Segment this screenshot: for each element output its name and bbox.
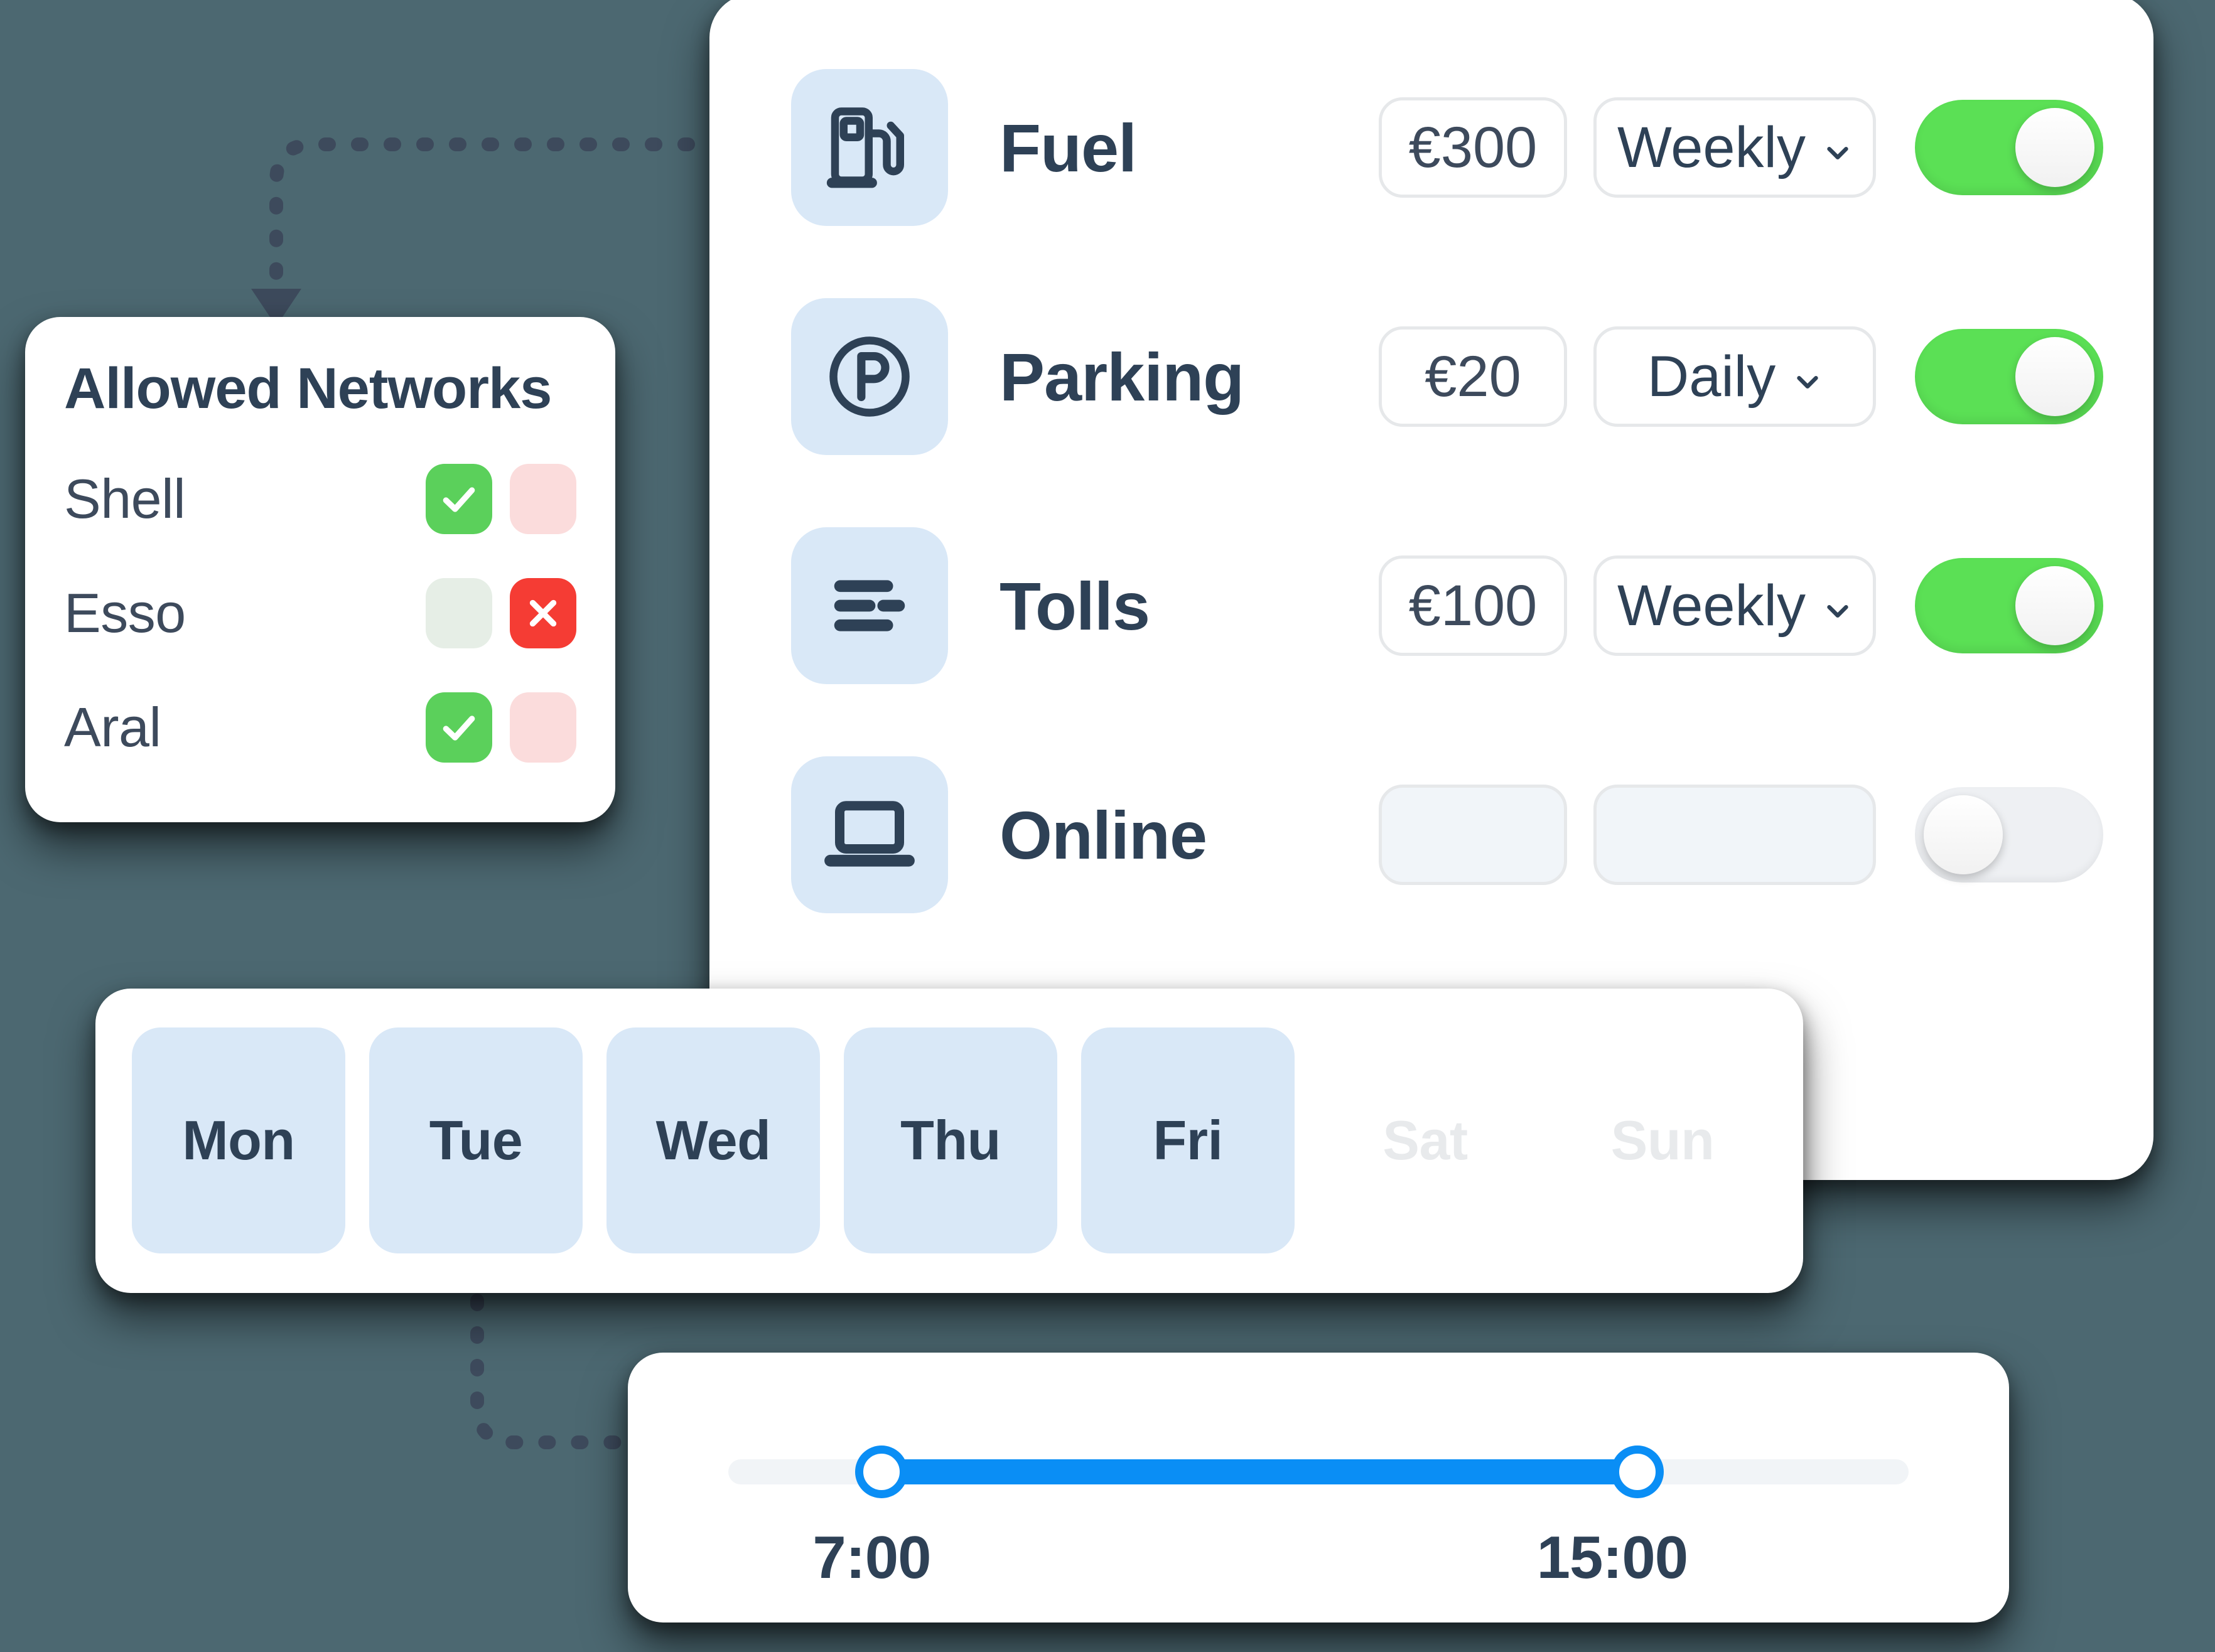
period-value: Weekly	[1617, 115, 1806, 180]
limit-toggle[interactable]	[1915, 100, 2103, 195]
limit-label: Fuel	[1000, 109, 1137, 186]
period-value: Weekly	[1617, 573, 1806, 638]
toggle-knob	[2015, 566, 2094, 645]
parking-p-icon	[791, 298, 948, 455]
deny-cross-chip[interactable]	[510, 578, 576, 648]
allow-check-chip[interactable]	[426, 578, 492, 648]
period-select[interactable]: Weekly	[1593, 97, 1876, 198]
network-row-list: Shell Esso Aral	[64, 461, 576, 765]
weekday-list: Mon Tue Wed Thu Fri Sat Sun	[132, 1027, 1769, 1253]
check-icon	[443, 716, 475, 741]
deny-cross-chip[interactable]	[510, 692, 576, 763]
toggle-knob	[1924, 795, 2003, 874]
allowed-networks-title: Allowed Networks	[64, 357, 552, 421]
amount-field[interactable]: €20	[1379, 326, 1567, 427]
limit-row-fuel: Fuel €300 Weekly	[791, 69, 2103, 226]
limit-toggle[interactable]	[1915, 329, 2103, 424]
chevron-down-icon	[1797, 375, 1818, 389]
network-name: Aral	[64, 696, 161, 758]
allow-check-chip[interactable]	[426, 692, 492, 763]
network-row-esso: Esso	[64, 576, 576, 651]
amount-field[interactable]: €100	[1379, 555, 1567, 656]
limit-toggle[interactable]	[1915, 787, 2103, 882]
check-icon	[443, 487, 475, 512]
laptop-icon	[791, 756, 948, 913]
period-value: Daily	[1647, 344, 1776, 409]
amount-field	[1379, 785, 1567, 885]
amount-field[interactable]: €300	[1379, 97, 1567, 198]
limit-label: Online	[1000, 796, 1207, 873]
day-chip-wed[interactable]: Wed	[606, 1027, 820, 1253]
toggle-knob	[2015, 337, 2094, 416]
period-select[interactable]: Daily	[1593, 326, 1876, 427]
end-time-label: 15:00	[1536, 1524, 1689, 1591]
limit-row-tolls: Tolls €100 Weekly	[791, 527, 2103, 684]
chevron-down-icon	[1827, 146, 1848, 159]
time-range-card: 7:00 15:00	[628, 1353, 2009, 1622]
slider-track-fill	[881, 1459, 1637, 1484]
close-icon	[529, 599, 557, 627]
fuel-pump-icon	[791, 69, 948, 226]
chevron-down-icon	[1827, 604, 1848, 618]
deny-cross-chip[interactable]	[510, 464, 576, 534]
slider-label-row: 7:00 15:00	[728, 1523, 1909, 1592]
allow-check-chip[interactable]	[426, 464, 492, 534]
day-chip-thu[interactable]: Thu	[844, 1027, 1057, 1253]
limit-label: Tolls	[1000, 567, 1150, 644]
limit-row-online: Online	[791, 756, 2103, 913]
weekday-selector-card: Mon Tue Wed Thu Fri Sat Sun	[95, 989, 1803, 1293]
period-select[interactable]: Weekly	[1593, 555, 1876, 656]
network-name: Shell	[64, 468, 186, 530]
slider-handle-start[interactable]	[855, 1446, 908, 1498]
connector-arrow-networks	[251, 137, 760, 326]
time-range-slider[interactable]	[728, 1446, 1909, 1498]
limit-row-parking: Parking €20 Daily	[791, 298, 2103, 455]
day-chip-tue[interactable]: Tue	[369, 1027, 583, 1253]
toll-lines-icon	[791, 527, 948, 684]
day-chip-sat[interactable]: Sat	[1318, 1027, 1532, 1253]
day-chip-mon[interactable]: Mon	[132, 1027, 345, 1253]
start-time-label: 7:00	[812, 1524, 931, 1591]
day-chip-fri[interactable]: Fri	[1081, 1027, 1295, 1253]
allowed-networks-card: Allowed Networks Shell Esso Aral	[25, 317, 615, 822]
network-row-shell: Shell	[64, 461, 576, 537]
toggle-knob	[2015, 108, 2094, 187]
period-select	[1593, 785, 1876, 885]
slider-handle-end[interactable]	[1610, 1446, 1664, 1498]
canvas: Fuel €300 Weekly Parking €20 Daily Tolls…	[0, 0, 2215, 1652]
network-row-aral: Aral	[64, 690, 576, 765]
limit-label: Parking	[1000, 338, 1244, 415]
limit-toggle[interactable]	[1915, 558, 2103, 653]
network-name: Esso	[64, 582, 186, 644]
day-chip-sun[interactable]: Sun	[1556, 1027, 1769, 1253]
